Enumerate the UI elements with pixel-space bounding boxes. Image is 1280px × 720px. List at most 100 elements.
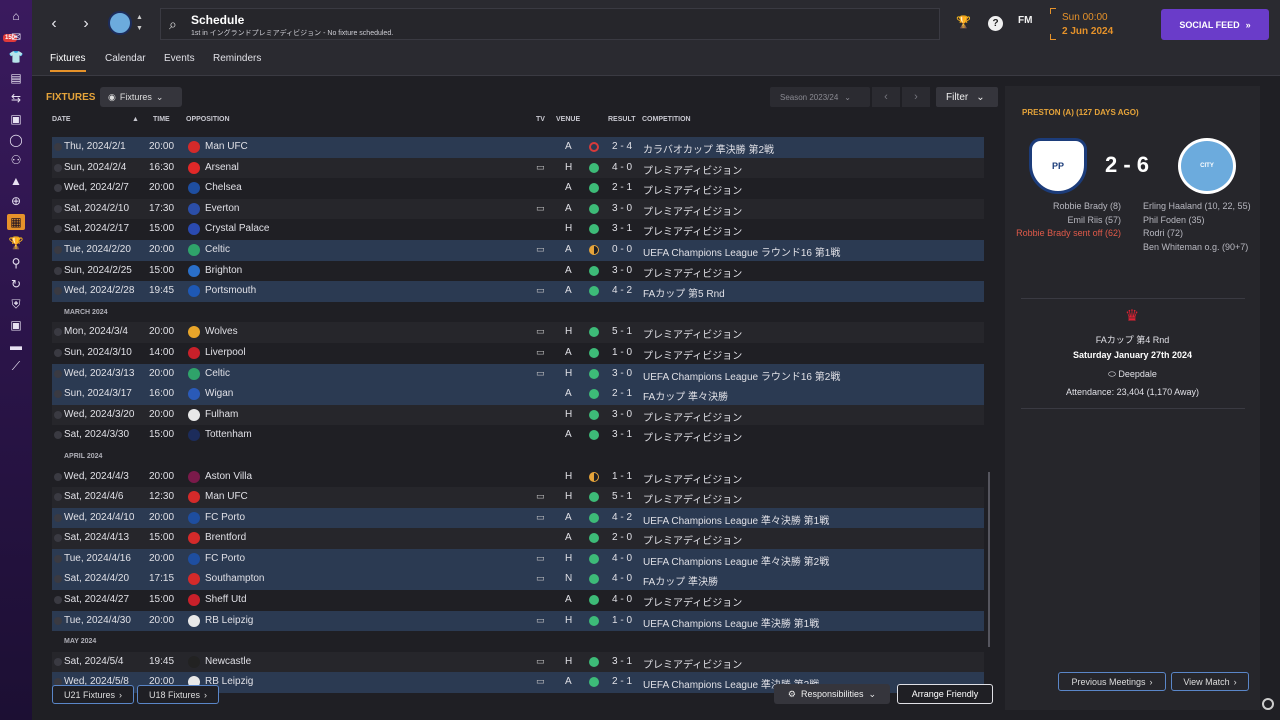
row-select-icon[interactable] <box>54 657 62 666</box>
opponent-name[interactable]: Wolves <box>205 326 238 337</box>
fixture-competition[interactable]: プレミアディビジョン <box>643 182 742 197</box>
col-tv[interactable]: TV <box>536 116 545 123</box>
search-icon[interactable]: ⚲ <box>7 255 25 271</box>
row-select-icon[interactable] <box>54 596 62 605</box>
fixture-row[interactable]: Sun, 2024/3/10 14:00 Liverpool ▭ A 1 - 0 プレミアデ… <box>52 343 984 364</box>
fixture-row[interactable]: Mon, 2024/3/4 20:00 Wolves ▭ H 5 - 1 プレミアディビジョ… <box>52 322 984 343</box>
u18-fixtures-button[interactable]: U18 Fixtures › <box>137 685 219 704</box>
fixture-row[interactable]: Sat, 2024/4/27 15:00 Sheff Utd A 4 - 0 プレミアディ… <box>52 590 984 611</box>
row-select-icon[interactable] <box>54 554 62 563</box>
fixture-score[interactable]: 4 - 0 <box>612 162 632 173</box>
row-select-icon[interactable] <box>54 431 62 440</box>
opponent-name[interactable]: Arsenal <box>205 162 239 173</box>
previous-meetings-button[interactable]: Previous Meetings › <box>1058 672 1166 691</box>
fixture-row[interactable]: Wed, 2024/4/10 20:00 FC Porto ▭ A 4 - 2 UEFA C… <box>52 507 984 529</box>
club-switch-icon[interactable]: ▲ ▼ <box>136 12 143 34</box>
fixture-competition[interactable]: FAカップ 準々決勝 <box>643 388 728 403</box>
row-select-icon[interactable] <box>54 410 62 419</box>
row-select-icon[interactable] <box>54 143 62 151</box>
trophy-icon[interactable]: 🏆 <box>956 15 971 29</box>
opponent-name[interactable]: RB Leipzig <box>205 615 253 626</box>
fixture-row[interactable]: Wed, 2024/3/13 20:00 Celtic ▭ H 3 - 0 UEFA Cha… <box>52 363 984 385</box>
fixture-competition[interactable]: プレミアディビジョン <box>643 347 742 362</box>
fixture-competition[interactable]: プレミアディビジョン <box>643 409 742 424</box>
finances-icon[interactable]: ▣ <box>7 317 25 333</box>
opponent-name[interactable]: Tottenham <box>205 429 252 440</box>
fixture-score[interactable]: 2 - 1 <box>612 182 632 193</box>
fixture-row[interactable]: Thu, 2024/2/1 20:00 Man UFC A 2 - 4 カラバオカップ 準… <box>52 137 984 158</box>
fixture-score[interactable]: 4 - 0 <box>612 573 632 584</box>
scouting-icon[interactable]: ⚇ <box>7 152 25 168</box>
tab-events[interactable]: Events <box>164 53 195 70</box>
transfers-icon[interactable]: ⇆ <box>7 90 25 106</box>
view-match-button[interactable]: View Match › <box>1171 672 1249 691</box>
fixture-competition[interactable]: FAカップ 準決勝 <box>643 573 718 588</box>
view-dropdown[interactable]: ◉ Fixtures ⌄ <box>100 87 182 107</box>
fixture-row[interactable]: Sat, 2024/4/20 17:15 Southampton ▭ N 4 - 0 FAカ… <box>52 569 984 591</box>
tab-fixtures[interactable]: Fixtures <box>50 53 86 72</box>
fixture-row[interactable]: Wed, 2024/4/3 20:00 Aston Villa H 1 - 1 プレミアデ… <box>52 467 984 488</box>
fixture-score[interactable]: 4 - 0 <box>612 594 632 605</box>
fixture-row[interactable]: Sun, 2024/2/25 15:00 Brighton A 3 - 0 プレミアディビ… <box>52 261 984 282</box>
home-crest-icon[interactable]: PP <box>1029 138 1087 194</box>
row-select-icon[interactable] <box>54 369 62 378</box>
opponent-name[interactable]: Newcastle <box>205 656 251 667</box>
fixture-row[interactable]: Wed, 2024/3/20 20:00 Fulham H 3 - 0 プレミアディビジョ… <box>52 404 984 426</box>
row-select-icon[interactable] <box>54 245 62 254</box>
fixture-competition[interactable]: プレミアディビジョン <box>643 203 742 218</box>
opponent-name[interactable]: Man UFC <box>205 491 248 502</box>
col-venue[interactable]: VENUE <box>556 116 580 123</box>
fixture-score[interactable]: 2 - 1 <box>612 676 632 687</box>
fm-menu-button[interactable]: FM <box>1018 15 1032 26</box>
fixture-competition[interactable]: UEFA Champions League ラウンド16 第1戦 <box>643 244 840 259</box>
fixture-score[interactable]: 2 - 4 <box>612 141 632 152</box>
prev-season-button[interactable]: ‹ <box>872 87 900 107</box>
fixture-competition[interactable]: UEFA Champions League 準々決勝 第2戦 <box>643 553 829 568</box>
search-icon[interactable]: ⌕ <box>169 16 177 33</box>
back-arrow-icon[interactable]: ‹ <box>46 14 62 34</box>
opponent-name[interactable]: Aston Villa <box>205 471 252 482</box>
opponent-name[interactable]: Portsmouth <box>205 285 256 296</box>
schedule-icon[interactable]: ▦ <box>7 214 25 230</box>
opponent-name[interactable]: Fulham <box>205 409 238 420</box>
fixture-score[interactable]: 3 - 1 <box>612 429 632 440</box>
col-date[interactable]: DATE <box>52 116 71 123</box>
col-time[interactable]: TIME <box>153 116 170 123</box>
title-search-bar[interactable]: ⌕ Schedule 1st in イングランドプレミアディビジョン - No … <box>160 8 940 40</box>
social-feed-button[interactable]: SOCIAL FEED » <box>1161 9 1269 40</box>
opponent-name[interactable]: Crystal Palace <box>205 223 269 234</box>
col-competition[interactable]: COMPETITION <box>642 116 691 123</box>
opponent-name[interactable]: FC Porto <box>205 512 245 523</box>
fixture-row[interactable]: Sun, 2024/2/4 16:30 Arsenal ▭ H 4 - 0 プレミアディビジ… <box>52 157 984 179</box>
transfers-cycle-icon[interactable]: ↻ <box>7 276 25 292</box>
fixture-score[interactable]: 5 - 1 <box>612 491 632 502</box>
fixture-competition[interactable]: FAカップ 第5 Rnd <box>643 285 725 300</box>
opponent-name[interactable]: Wigan <box>205 388 233 399</box>
fixture-row[interactable]: Sat, 2024/3/30 15:00 Tottenham A 3 - 1 プレミアディ… <box>52 425 984 446</box>
forward-arrow-icon[interactable]: › <box>78 14 94 34</box>
row-select-icon[interactable] <box>54 616 62 625</box>
club-crest-icon[interactable] <box>108 11 132 35</box>
col-result[interactable]: RESULT <box>608 116 635 123</box>
fixture-score[interactable]: 3 - 1 <box>612 223 632 234</box>
fixture-competition[interactable]: カラバオカップ 準決勝 第2戦 <box>643 141 774 156</box>
training-icon[interactable]: ▲ <box>7 173 25 189</box>
row-select-icon[interactable] <box>54 287 62 296</box>
fixture-row[interactable]: Tue, 2024/2/20 20:00 Celtic ▭ A 0 - 0 UEFA Cha… <box>52 239 984 261</box>
filter-button[interactable]: Filter ⌄ <box>936 87 998 107</box>
fixture-score[interactable]: 1 - 1 <box>612 471 632 482</box>
opponent-name[interactable]: FC Porto <box>205 553 245 564</box>
row-select-icon[interactable] <box>54 493 62 502</box>
fixture-competition[interactable]: プレミアディビジョン <box>643 532 742 547</box>
fixture-row[interactable]: Sun, 2024/3/17 16:00 Wigan A 2 - 1 FAカップ 準々決勝 <box>52 384 984 405</box>
fixture-row[interactable]: Sat, 2024/2/17 15:00 Crystal Palace H 3 - 1 プ… <box>52 219 984 240</box>
opponent-name[interactable]: Celtic <box>205 244 230 255</box>
club-vision-icon[interactable]: ⛨ <box>7 296 25 312</box>
fixture-score[interactable]: 4 - 2 <box>612 512 632 523</box>
row-select-icon[interactable] <box>54 513 62 522</box>
away-crest-icon[interactable]: CITY <box>1178 138 1236 194</box>
medical-icon[interactable]: ⊕ <box>7 193 25 209</box>
scrollbar[interactable] <box>988 472 990 647</box>
fixture-score[interactable]: 2 - 0 <box>612 532 632 543</box>
row-select-icon[interactable] <box>54 348 62 357</box>
